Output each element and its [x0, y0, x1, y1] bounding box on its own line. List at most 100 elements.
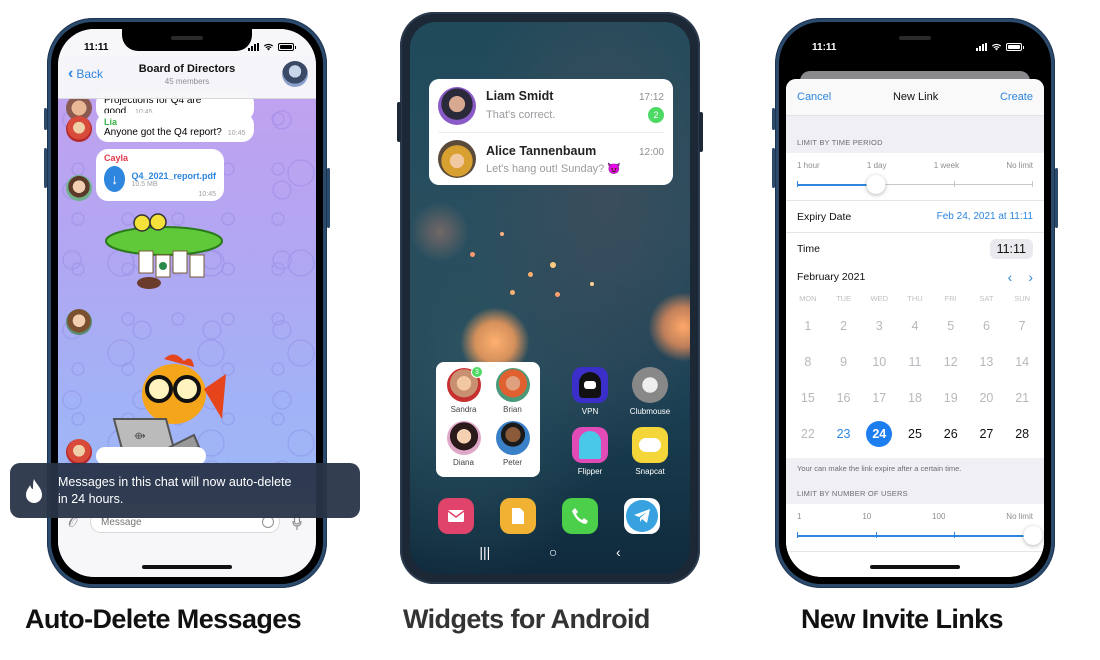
sticker-sender [66, 309, 92, 335]
calendar-day-selected[interactable]: 24 [861, 416, 897, 452]
sheet-title: New Link [892, 91, 939, 103]
calendar-day[interactable]: 28 [1004, 416, 1040, 452]
time-limit-slider[interactable] [797, 170, 1033, 200]
contact-item[interactable]: Peter [489, 420, 536, 472]
chat-item[interactable]: Alice Tannenbaum 12:00 Let's hang out! Su… [438, 132, 664, 185]
calendar-day[interactable]: 18 [897, 380, 933, 416]
calendar-day[interactable]: 17 [861, 380, 897, 416]
calendar-day[interactable]: 5 [933, 308, 969, 344]
calendar-day[interactable]: 10 [861, 344, 897, 380]
app-flipper[interactable]: Flipper [560, 427, 620, 476]
home-button[interactable]: ○ [549, 544, 557, 560]
slider-option: No limit [1006, 512, 1033, 521]
app-label: Clubmouse [629, 407, 671, 416]
app-clubmouse[interactable]: Clubmouse [620, 367, 680, 416]
avatar[interactable] [66, 309, 92, 335]
calendar-day[interactable]: 14 [1004, 344, 1040, 380]
create-button[interactable]: Create [1000, 91, 1033, 103]
avatar-liam [438, 86, 476, 125]
calendar-day[interactable]: 25 [897, 416, 933, 452]
download-icon[interactable]: ↓ [104, 166, 126, 192]
calendar-month[interactable]: February 2021 [797, 271, 865, 283]
message-text: Anyone got the Q4 report? [104, 127, 222, 138]
time-limit-header: LIMIT BY TIME PERIOD [797, 138, 883, 147]
telegram-app-icon[interactable] [624, 498, 660, 534]
expiry-value[interactable]: Feb 24, 2021 at 11:11 [937, 211, 1033, 222]
calendar-day[interactable]: 8 [790, 344, 826, 380]
chat-item[interactable]: Liam Smidt 17:12 That's correct. 2 [438, 79, 664, 132]
crocodile-sticker[interactable] [104, 211, 234, 296]
calendar-day[interactable]: 15 [790, 380, 826, 416]
phone-app-icon[interactable] [562, 498, 598, 534]
calendar-day[interactable]: 20 [969, 380, 1005, 416]
battery-icon [1006, 43, 1024, 51]
wifi-icon [991, 43, 1002, 51]
calendar-day[interactable]: 21 [1004, 380, 1040, 416]
phone-invite-links: 11:11 Cancel New Link Create LIMIT BY TI… [772, 18, 1058, 588]
expiry-date-row[interactable]: Expiry Date Feb 24, 2021 at 11:11 [786, 200, 1044, 232]
slider-option: 1 [797, 512, 802, 521]
back-nav-button[interactable]: ‹ [616, 544, 621, 560]
slider-thumb[interactable] [866, 175, 886, 194]
prev-month-icon[interactable]: ‹ [1008, 269, 1013, 285]
group-avatar[interactable] [282, 61, 308, 87]
message-row: Lia Anyone got the Q4 report? 10:45 [66, 113, 254, 142]
mail-app-icon[interactable] [438, 498, 474, 534]
message-bubble[interactable]: Lia Anyone got the Q4 report? 10:45 [96, 113, 254, 142]
notch [122, 29, 252, 51]
app-snapcat[interactable]: Snapcat [620, 427, 680, 476]
calendar-day[interactable]: 3 [861, 308, 897, 344]
phone-android-widgets: Liam Smidt 17:12 That's correct. 2 Alice T… [397, 12, 703, 584]
slider-option: 10 [862, 512, 872, 521]
time-footnote: Your can make the link expire after a ce… [797, 464, 962, 473]
avatar-peter [495, 420, 530, 455]
file-message-bubble[interactable]: Cayla ↓ Q4_2021_report.pdf 10.5 MB 10:45 [96, 149, 224, 201]
avatar[interactable] [66, 439, 92, 465]
calendar-day[interactable]: 27 [969, 416, 1005, 452]
user-limit-slider[interactable] [797, 521, 1043, 551]
recents-button[interactable]: ||| [479, 544, 490, 560]
file-name[interactable]: Q4_2021_report.pdf [131, 171, 216, 181]
files-app-icon[interactable] [500, 498, 536, 534]
contact-item[interactable]: 3 Sandra [440, 366, 487, 419]
slider-option: 100 [932, 512, 946, 521]
calendar-day[interactable]: 12 [933, 344, 969, 380]
slider-option: No limit [1006, 161, 1033, 170]
calendar-day[interactable]: 26 [933, 416, 969, 452]
weekday-label: SUN [1014, 294, 1031, 303]
chats-widget: Liam Smidt 17:12 That's correct. 2 Alice T… [429, 79, 673, 185]
weekday-label: FRI [944, 294, 957, 303]
clubmouse-icon [632, 367, 668, 403]
contact-item[interactable]: Diana [440, 420, 487, 472]
unread-badge: 3 [471, 366, 483, 378]
time-picker[interactable]: 11:11 [989, 238, 1033, 259]
next-month-icon[interactable]: › [1028, 269, 1033, 285]
calendar-day[interactable]: 4 [897, 308, 933, 344]
contact-item[interactable]: Brian [489, 368, 536, 419]
android-nav-bar: ||| ○ ‹ [410, 544, 690, 560]
avatar-cayla[interactable] [66, 175, 92, 201]
slider-thumb[interactable] [1023, 526, 1043, 545]
nav-bar: Cancel New Link Create [786, 79, 1044, 116]
calendar-day[interactable]: 22 [790, 416, 826, 452]
app-vpn[interactable]: VPN [560, 367, 620, 416]
avatar-lia[interactable] [66, 116, 92, 142]
calendar-day[interactable]: 19 [933, 380, 969, 416]
time-label: Time [797, 242, 820, 255]
calendar-day[interactable]: 13 [969, 344, 1005, 380]
caption-widgets: Widgets for Android [403, 604, 650, 634]
calendar-day[interactable]: 16 [826, 380, 862, 416]
cancel-button[interactable]: Cancel [797, 91, 831, 103]
calendar-day[interactable]: 11 [897, 344, 933, 380]
chat-preview: That's correct. [486, 108, 556, 121]
calendar-day[interactable]: 9 [826, 344, 862, 380]
sender-name: Lia [104, 117, 118, 127]
calendar-day[interactable]: 2 [826, 308, 862, 344]
calendar-day[interactable]: 7 [1004, 308, 1040, 344]
calendar-day[interactable]: 1 [790, 308, 826, 344]
caption-auto-delete: Auto-Delete Messages [25, 604, 302, 634]
calendar-day[interactable]: 6 [969, 308, 1005, 344]
day-number: 24 [866, 421, 893, 447]
calendar-day[interactable]: 23 [826, 416, 862, 452]
wifi-icon [263, 43, 274, 51]
